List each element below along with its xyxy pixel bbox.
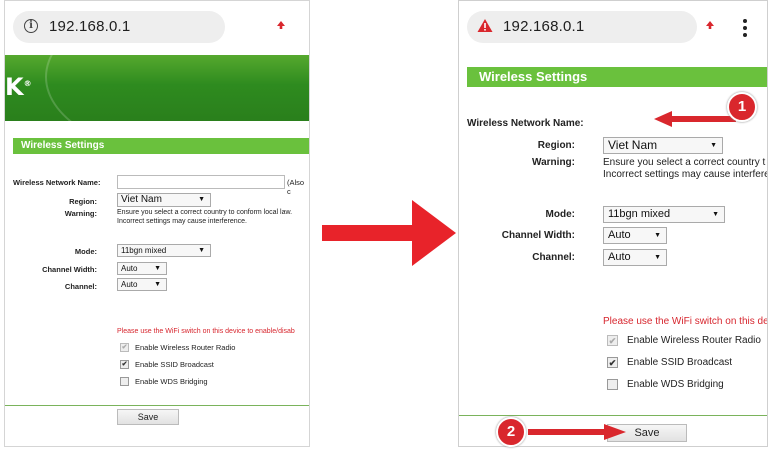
wifi-switch-note: Please use the WiFi switch on this devic…	[117, 328, 295, 335]
warning-text-line1: Ensure you select a correct country t	[603, 157, 766, 168]
address-field[interactable]: i 192.168.0.1	[13, 11, 225, 43]
url-text: 192.168.0.1	[49, 18, 131, 35]
browser-url-bar: i 192.168.0.1	[5, 1, 309, 55]
warning-text-line1: Ensure you select a correct country to c…	[117, 209, 293, 216]
region-value: Viet Nam	[121, 194, 162, 205]
router-radio-label: Enable Wireless Router Radio	[135, 343, 236, 352]
mode-select[interactable]: 11bgn mixed ▼	[117, 244, 211, 257]
router-radio-checkbox[interactable]: ✔	[607, 335, 618, 346]
url-text: 192.168.0.1	[503, 18, 585, 35]
divider	[459, 415, 767, 416]
channel-width-value: Auto	[608, 229, 631, 241]
network-name-label: Wireless Network Name:	[13, 178, 101, 187]
address-field[interactable]: 192.168.0.1	[467, 11, 697, 43]
channel-width-value: Auto	[121, 264, 138, 273]
browser-url-bar: 192.168.0.1	[459, 1, 767, 55]
region-select[interactable]: Viet Nam ▼	[117, 193, 211, 207]
divider	[5, 405, 309, 406]
wds-bridging-checkbox[interactable]	[607, 379, 618, 390]
ssid-broadcast-checkbox[interactable]: ✔	[607, 357, 618, 368]
region-select[interactable]: Viet Nam ▼	[603, 137, 723, 154]
warning-icon[interactable]	[477, 18, 493, 33]
mode-select[interactable]: 11bgn mixed ▼	[603, 206, 725, 223]
channel-label: Channel:	[532, 252, 575, 263]
router-radio-checkbox[interactable]: ✔	[120, 343, 129, 352]
chevron-down-icon: ▼	[710, 142, 717, 149]
warning-text-line2: Incorrect settings may cause interferenc…	[117, 218, 247, 225]
warning-label: Warning:	[532, 157, 575, 168]
channel-width-label: Channel Width:	[501, 230, 575, 241]
channel-width-select[interactable]: Auto ▼	[603, 227, 667, 244]
region-label: Region:	[537, 140, 575, 151]
wds-bridging-label: Enable WDS Bridging	[627, 379, 724, 390]
network-name-input[interactable]	[117, 175, 285, 189]
mode-label: Mode:	[545, 209, 575, 220]
warning-label: Warning:	[64, 209, 97, 218]
channel-select[interactable]: Auto ▼	[603, 249, 667, 266]
kebab-menu-icon[interactable]	[743, 19, 747, 40]
channel-value: Auto	[121, 280, 138, 289]
right-arrow-icon	[322, 200, 456, 266]
annotation-arrow-1	[654, 111, 736, 127]
router-radio-label: Enable Wireless Router Radio	[627, 335, 761, 346]
save-button[interactable]: Save	[117, 409, 179, 425]
chevron-down-icon: ▼	[154, 265, 161, 272]
ssid-broadcast-label: Enable SSID Broadcast	[627, 357, 733, 368]
wifi-switch-note: Please use the WiFi switch on this dev	[603, 316, 768, 327]
wds-bridging-label: Enable WDS Bridging	[135, 377, 208, 386]
mode-label: Mode:	[74, 247, 97, 256]
section-title: Wireless Settings	[467, 67, 767, 87]
channel-select[interactable]: Auto ▼	[117, 278, 167, 291]
chevron-down-icon: ▼	[654, 232, 661, 239]
channel-width-label: Channel Width:	[42, 265, 97, 274]
section-title: Wireless Settings	[13, 138, 309, 154]
region-value: Viet Nam	[608, 138, 658, 152]
mode-value: 11bgn mixed	[608, 208, 671, 220]
mode-value: 11bgn mixed	[121, 246, 167, 255]
router-header-banner: K®	[5, 55, 309, 121]
annotation-arrow-2	[528, 424, 626, 440]
step-marker-1: 1	[727, 92, 757, 122]
chevron-down-icon: ▼	[198, 247, 205, 254]
chevron-down-icon: ▼	[198, 196, 205, 203]
channel-label: Channel:	[64, 282, 97, 291]
channel-value: Auto	[608, 251, 631, 263]
right-screenshot-panel: 192.168.0.1 Wireless Settings Wireless N…	[458, 0, 768, 447]
arrow-up-icon[interactable]	[705, 20, 715, 30]
ssid-broadcast-checkbox[interactable]: ✔	[120, 360, 129, 369]
network-name-hint: (Also c	[287, 178, 305, 196]
network-name-label: Wireless Network Name:	[467, 118, 584, 129]
step-marker-2: 2	[496, 417, 526, 447]
wds-bridging-checkbox[interactable]	[120, 377, 129, 386]
ssid-broadcast-label: Enable SSID Broadcast	[135, 360, 214, 369]
banner-decoration	[45, 55, 309, 121]
channel-width-select[interactable]: Auto ▼	[117, 262, 167, 275]
brand-logo: K®	[5, 73, 32, 101]
chevron-down-icon: ▼	[654, 254, 661, 261]
warning-text-line2: Incorrect settings may cause interfere	[603, 169, 768, 180]
info-icon[interactable]: i	[24, 19, 38, 33]
chevron-down-icon: ▼	[712, 211, 719, 218]
left-screenshot-panel: i 192.168.0.1 K® Wireless Settings Wirel…	[4, 0, 310, 447]
region-label: Region:	[69, 197, 97, 206]
chevron-down-icon: ▼	[154, 281, 161, 288]
arrow-up-icon[interactable]	[276, 20, 286, 30]
